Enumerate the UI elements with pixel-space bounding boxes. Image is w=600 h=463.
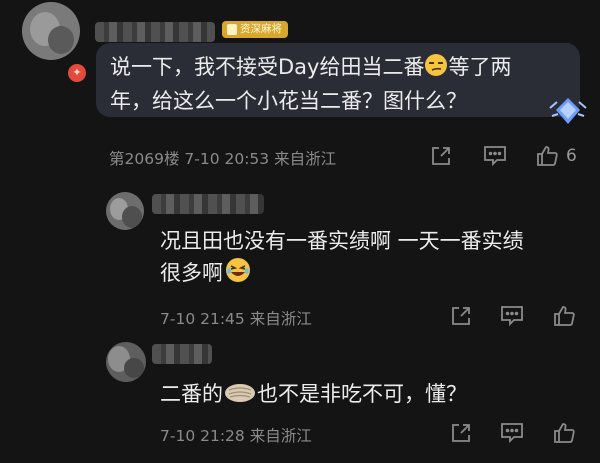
comment-1: ✦ 资深麻将 说一下，我不接受Day给田当二番 等了两 年，给这么一个小花当二番… (0, 0, 600, 175)
reply-text-line1: 况且田也没有一番实绩啊 一天一番实绩 (160, 229, 524, 253)
emoji-smirk-icon (424, 53, 448, 87)
emoji-pie-icon (224, 380, 256, 414)
username[interactable] (95, 22, 215, 42)
username[interactable] (152, 344, 212, 364)
share-icon[interactable] (430, 145, 452, 167)
share-icon[interactable] (450, 422, 472, 444)
like-count: 6 (566, 146, 577, 166)
reply-meta: 7-10 21:45 来自浙江 (160, 310, 312, 328)
reply-2: 二番的 也不是非吃不可，懂？ 7-10 21:28 来自浙江 (0, 332, 600, 463)
comment-meta: 第2069楼 7-10 20:53 来自浙江 (109, 150, 337, 168)
reply-text-line2: 很多啊 (160, 256, 251, 293)
comment-text-line1: 说一下，我不接受Day给田当二番 等了两 (110, 50, 511, 87)
share-icon[interactable] (450, 305, 472, 327)
mahjong-icon (227, 24, 237, 35)
like-icon[interactable] (536, 145, 558, 167)
comment-icon[interactable] (500, 422, 524, 444)
emoji-laugh-icon (225, 257, 251, 293)
comment-icon[interactable] (483, 145, 507, 167)
rank-badge: 资深麻将 (222, 21, 288, 38)
reply-1: 况且田也没有一番实绩啊 一天一番实绩 很多啊 7-10 21:45 来自浙江 (0, 180, 600, 330)
comment-text-line2: 年，给这么一个小花当二番？图什么？ (110, 89, 467, 113)
like-icon[interactable] (553, 305, 575, 327)
avatar[interactable] (106, 342, 146, 382)
username[interactable] (152, 194, 264, 214)
like-icon[interactable] (553, 422, 575, 444)
comment-icon[interactable] (500, 305, 524, 327)
reply-meta: 7-10 21:28 来自浙江 (160, 427, 312, 445)
vip-badge-icon: ✦ (66, 62, 88, 84)
avatar[interactable] (22, 2, 80, 60)
avatar[interactable] (106, 192, 144, 230)
diamond-badge-icon (548, 94, 588, 134)
reply-text: 二番的 也不是非吃不可，懂？ (160, 377, 467, 414)
